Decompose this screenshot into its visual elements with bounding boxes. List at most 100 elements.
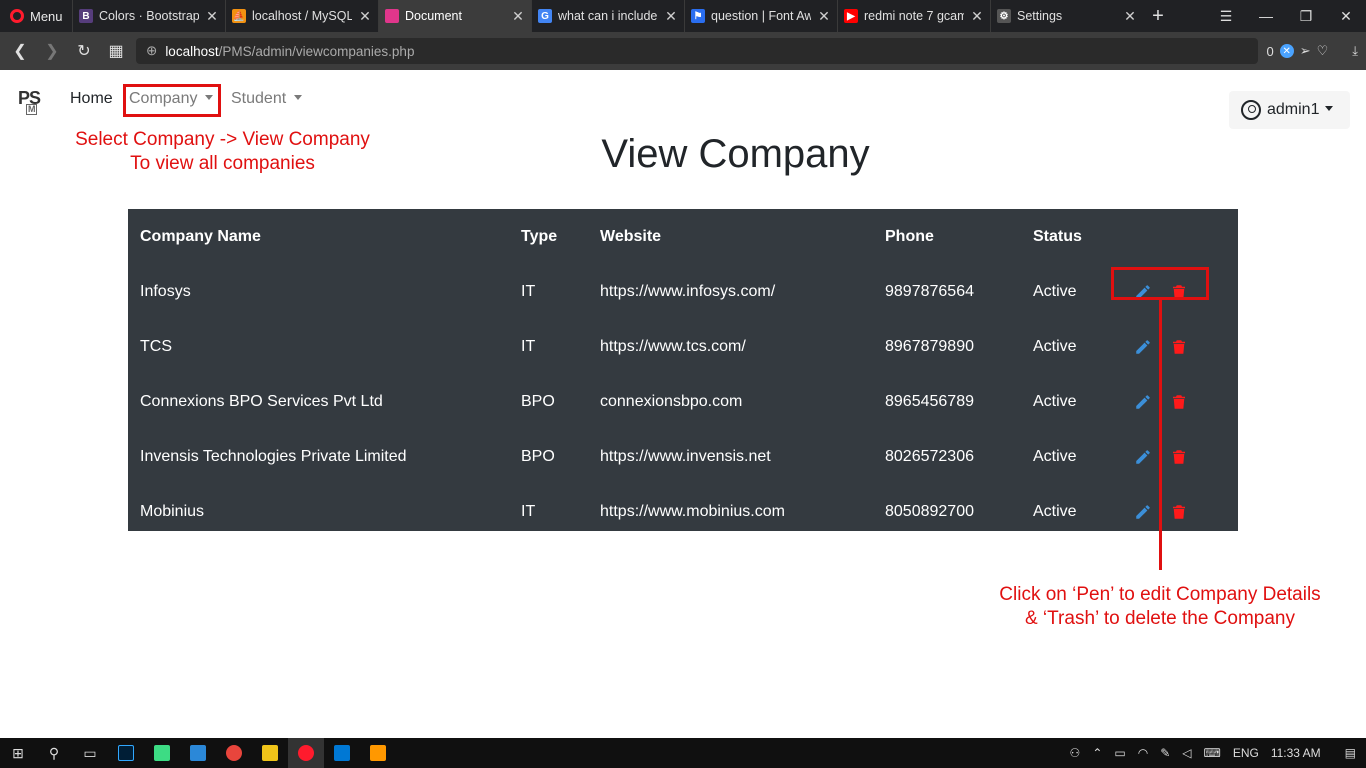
tab-close-icon[interactable]: ✕ <box>817 8 831 25</box>
tab-close-icon[interactable]: ✕ <box>205 8 219 25</box>
nav-student-dropdown[interactable]: Student <box>231 90 302 108</box>
table-row: Connexions BPO Services Pvt Ltd BPO connex… <box>128 374 1238 429</box>
browser-tab[interactable]: ▶ redmi note 7 gcam ✕ <box>837 0 990 32</box>
page-content: PS M Home Company Student admin1 Select C… <box>0 70 1366 738</box>
table-row: Mobinius IT https://www.mobinius.com 805089… <box>128 484 1238 539</box>
search-icon[interactable]: ⚲ <box>36 738 72 768</box>
notification-icon[interactable]: ▤ <box>1345 746 1356 760</box>
cell-type: IT <box>521 502 536 520</box>
volume-icon[interactable]: ◁ <box>1182 746 1191 760</box>
send-icon[interactable]: ➢ <box>1300 43 1311 59</box>
tab-close-icon[interactable]: ✕ <box>358 8 372 25</box>
windows-start-icon[interactable]: ⊞ <box>0 738 36 768</box>
download-icon[interactable]: ⤓ <box>1352 43 1358 59</box>
language-indicator[interactable]: ENG <box>1233 746 1259 760</box>
cell-type: IT <box>521 282 536 300</box>
edit-pen-icon[interactable] <box>1134 338 1152 356</box>
table-row: Infosys IT https://www.infosys.com/9897876… <box>128 264 1238 319</box>
delete-trash-icon[interactable] <box>1170 448 1188 466</box>
file-explorer-icon[interactable] <box>252 738 288 768</box>
annotation-edit-delete: Click on ‘Pen’ to edit Company Details &… <box>975 583 1345 631</box>
browser-tab[interactable]: ⚙ Settings ✕ <box>990 0 1143 32</box>
minimize-button[interactable]: — <box>1246 0 1286 32</box>
this-pc-icon[interactable] <box>180 738 216 768</box>
opera-taskbar-icon[interactable] <box>288 738 324 768</box>
tab-close-icon[interactable]: ✕ <box>1123 8 1137 25</box>
company-highlight-box <box>123 84 221 117</box>
edit-pen-icon[interactable] <box>1134 393 1152 411</box>
tab-title: localhost / MySQL <box>252 9 352 23</box>
user-name-text: admin1 <box>1267 101 1320 118</box>
pen-workspace-icon[interactable]: ✎ <box>1160 746 1170 760</box>
tab-title: Colors · Bootstrap <box>99 9 199 23</box>
heart-icon[interactable]: ♡ <box>1317 43 1329 59</box>
reload-button[interactable]: ↻ <box>72 39 96 63</box>
tab-close-icon[interactable]: ✕ <box>511 8 525 25</box>
brand-sub: M <box>26 104 37 115</box>
brand-logo[interactable]: PS M <box>18 88 41 115</box>
battery-icon[interactable]: ▭ <box>1114 746 1125 760</box>
edit-pen-icon[interactable] <box>1134 503 1152 521</box>
cell-website: https://www.infosys.com/ <box>600 282 776 300</box>
user-dropdown[interactable]: admin1 <box>1229 91 1350 129</box>
actions-highlight-box <box>1111 267 1209 300</box>
back-button[interactable]: ❮ <box>8 39 32 63</box>
cell-phone: 9897876564 <box>885 282 974 300</box>
delete-trash-icon[interactable] <box>1170 338 1188 356</box>
url-path: /PMS/admin/viewcompanies.php <box>218 43 415 59</box>
tab-favicon-icon: ⚙ <box>997 9 1011 23</box>
cell-type: BPO <box>521 447 555 465</box>
browser-tab[interactable]: B Colors · Bootstrap ✕ <box>72 0 225 32</box>
menu-label: Menu <box>30 8 63 24</box>
browser-tab[interactable]: ⛵ localhost / MySQL ✕ <box>225 0 378 32</box>
chrome-icon[interactable] <box>216 738 252 768</box>
new-tab-button[interactable]: + <box>1143 0 1173 32</box>
windows-taskbar: ⊞ ⚲ ▭ ⚇ ⌃ ▭ ◠ ✎ ◁ ⌨ ENG 11:33 AM ▤ <box>0 738 1366 768</box>
cell-website: https://www.mobinius.com <box>600 502 785 520</box>
browser-tab[interactable]: ⚑ question | Font Aw ✕ <box>684 0 837 32</box>
tab-close-icon[interactable]: ✕ <box>970 8 984 25</box>
vscode-icon[interactable] <box>324 738 360 768</box>
browser-tab[interactable]: Gwhat can i include ✕ <box>531 0 684 32</box>
cell-company-name: TCS <box>140 337 172 355</box>
cell-company-name: Invensis Technologies Private Limited <box>140 447 407 465</box>
android-studio-icon[interactable] <box>144 738 180 768</box>
tab-favicon-icon: ⚑ <box>691 9 705 23</box>
table-header-row: Company Name Type Website Phone Status <box>128 209 1238 264</box>
cell-status: Active <box>1033 282 1077 300</box>
tab-favicon-icon: ▶ <box>844 9 858 23</box>
globe-icon: ⊕ <box>146 43 158 58</box>
header-company-name: Company Name <box>140 227 261 245</box>
tab-favicon-icon: G <box>538 9 552 23</box>
chevron-up-icon[interactable]: ⌃ <box>1092 746 1102 760</box>
cell-company-name: Connexions BPO Services Pvt Ltd <box>140 392 383 410</box>
cell-company-name: Mobinius <box>140 502 205 520</box>
sublime-icon[interactable] <box>360 738 396 768</box>
cell-phone: 8967879890 <box>885 337 974 355</box>
user-circle-icon <box>1241 100 1261 120</box>
cell-status: Active <box>1033 392 1077 410</box>
tab-search-icon[interactable]: ☰ <box>1206 0 1246 32</box>
adblock-count: 0 <box>1266 43 1274 59</box>
task-view-icon[interactable]: ▭ <box>72 738 108 768</box>
close-window-button[interactable]: ✕ <box>1326 0 1366 32</box>
cell-phone: 8050892700 <box>885 502 974 520</box>
url-field[interactable]: ⊕ localhost/PMS/admin/viewcompanies.php <box>136 38 1259 64</box>
maximize-button[interactable]: ❐ <box>1286 0 1326 32</box>
adblock-icon[interactable]: ✕ <box>1279 44 1294 58</box>
tab-close-icon[interactable]: ✕ <box>664 8 678 25</box>
keyboard-icon[interactable]: ⌨ <box>1204 746 1221 760</box>
photoshop-icon[interactable] <box>108 738 144 768</box>
edit-pen-icon[interactable] <box>1134 448 1152 466</box>
tab-title: what can i include <box>558 9 658 23</box>
forward-button[interactable]: ❯ <box>40 39 64 63</box>
delete-trash-icon[interactable] <box>1170 503 1188 521</box>
nav-home-link[interactable]: Home <box>70 90 113 108</box>
wifi-icon[interactable]: ◠ <box>1138 746 1148 760</box>
opera-menu-button[interactable]: Menu <box>0 0 72 32</box>
clock[interactable]: 11:33 AM <box>1271 746 1321 760</box>
delete-trash-icon[interactable] <box>1170 393 1188 411</box>
speed-dial-icon[interactable]: ▦ <box>104 39 128 63</box>
people-icon[interactable]: ⚇ <box>1070 746 1081 760</box>
browser-tab[interactable]: Document ✕ <box>378 0 531 32</box>
